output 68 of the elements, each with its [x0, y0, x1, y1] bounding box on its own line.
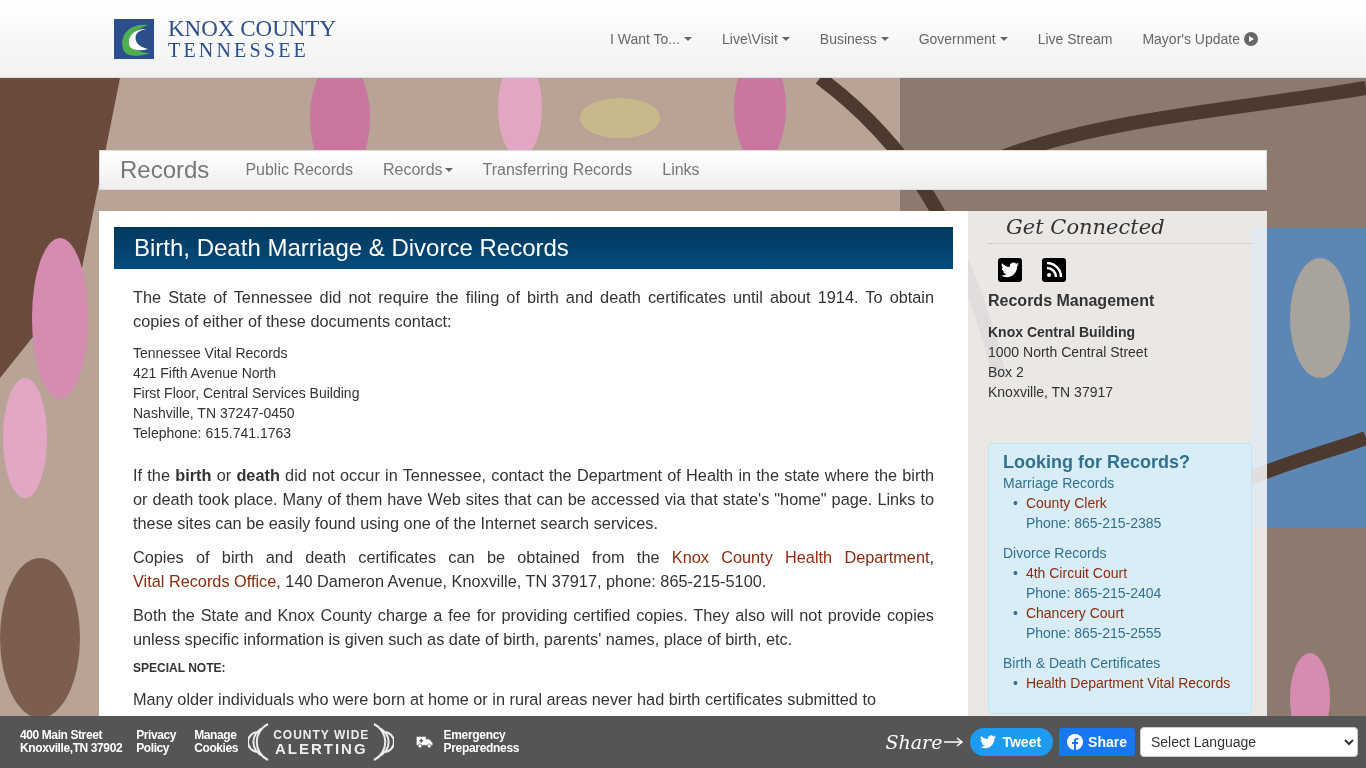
address-line: Tennessee Vital Records: [133, 344, 289, 363]
phone-number: Phone: 865-215-2385: [1025, 514, 1162, 533]
section-link[interactable]: Transferring Records: [482, 161, 633, 179]
paragraph: Copies of birth and death certificates can be obtained from the Knox County Health Department, Vital Records Office, 140 Dameron Avenue, Knoxville, TN 37917, phone: 865-215-5100.: [133, 547, 934, 592]
group-title: Marriage Records: [1003, 474, 1116, 493]
bullet: •: [1013, 494, 1018, 513]
footer-link[interactable]: Manage Cookies: [194, 729, 239, 755]
address-line: Box 2: [988, 363, 1025, 382]
text-link[interactable]: Knox County Health Department: [671, 548, 930, 566]
text-link[interactable]: Vital Records Office: [133, 572, 277, 590]
language-select[interactable]: Select Language: [1140, 727, 1358, 757]
section-title[interactable]: Records: [120, 156, 210, 184]
caret-icon: [999, 36, 1008, 41]
nav-link[interactable]: Government: [918, 30, 1008, 47]
logo-text[interactable]: KNOX COUNTY TENNESSEE: [168, 17, 337, 60]
page-heading: Birth, Death Marriage & Divorce Records: [114, 227, 953, 269]
nav-link[interactable]: Live\Visit: [722, 30, 790, 47]
logo-icon: [114, 18, 154, 59]
tweet-button[interactable]: Tweet: [970, 728, 1054, 756]
paragraph: The State of Tennessee did not require the filing of birth and death certificates until about 1914. To obtain copies of either of these documents contact:: [133, 287, 934, 332]
office-title: Records Management: [988, 292, 1156, 310]
address-line: 1000 North Central Street: [988, 343, 1149, 362]
play-icon: [1244, 31, 1258, 46]
footer-link[interactable]: Privacy Policy: [136, 729, 181, 755]
group-title: Birth & Death Certificates: [1003, 654, 1162, 673]
address-line: Knoxville, TN 37917: [988, 383, 1115, 402]
section-link[interactable]: Records: [383, 161, 453, 179]
share-label: Share: [885, 731, 943, 753]
bullet: •: [1013, 564, 1018, 583]
sidebar-title: Get Connected: [988, 211, 1252, 244]
phone-number: Phone: 865-215-2555: [1025, 624, 1162, 643]
office-link[interactable]: 4th Circuit Court: [1025, 565, 1128, 581]
section-link[interactable]: Public Records: [245, 161, 353, 179]
office-link[interactable]: Chancery Court: [1025, 605, 1124, 621]
phone-number: Phone: 865-215-2404: [1025, 584, 1162, 603]
nav-link[interactable]: Business: [819, 30, 889, 47]
address-line: 421 Fifth Avenue North: [133, 364, 277, 383]
footer-address: 400 Main Street Knoxville,TN 37902: [20, 729, 123, 755]
group-title: Divorce Records: [1003, 544, 1108, 563]
alerting-logo[interactable]: COUNTY WIDE ALERTING: [248, 722, 395, 762]
office-link[interactable]: County Clerk: [1025, 495, 1107, 511]
caret-icon: [444, 168, 453, 172]
box-title: Looking for Records?: [1003, 452, 1191, 473]
address-line: Nashville, TN 37247-0450: [133, 404, 296, 423]
address-line: Telephone: 615.741.1763: [133, 424, 293, 443]
section-link[interactable]: Links: [662, 161, 700, 179]
nav-link[interactable]: Live Stream: [1037, 30, 1113, 47]
bullet: •: [1013, 674, 1018, 693]
nav-link[interactable]: I Want To...: [610, 30, 693, 47]
facebook-icon: [1067, 734, 1084, 750]
caret-icon: [880, 36, 889, 41]
caret-icon: [781, 36, 790, 41]
paragraph: If the birth or death did not occur in Tennessee, contact the Department of Health in the state where the birth or death took place. Many of them have Web sites that can be accessed via that state's "home" page. Links to these sites can be easily found using one of the Internet search services.: [133, 465, 934, 534]
nav-link[interactable]: Mayor's Update: [1142, 30, 1258, 47]
bullet: •: [1013, 604, 1018, 623]
address-line: First Floor, Central Services Building: [133, 384, 361, 403]
facebook-share-button[interactable]: Share: [1059, 728, 1135, 756]
emergency-link[interactable]: Emergency Preparedness: [416, 729, 537, 755]
paragraph: Both the State and Knox County charge a fee for providing certified copies. They also will not provide copies unless specific information is given such as date of birth, parents' names, place of birth, etc.: [133, 605, 934, 650]
caret-icon: [684, 36, 693, 41]
bird-icon: [980, 735, 997, 749]
building-name: Knox Central Building: [988, 323, 1136, 342]
note-label: SPECIAL NOTE:: [133, 661, 227, 675]
office-link[interactable]: Health Department Vital Records: [1025, 675, 1231, 691]
paragraph: Many older individuals who were born at home or in rural areas never had birth certificates submitted to: [133, 689, 877, 710]
rss-icon[interactable]: [1042, 258, 1066, 282]
arrow-icon: [944, 737, 965, 747]
bird-icon[interactable]: [998, 258, 1022, 282]
